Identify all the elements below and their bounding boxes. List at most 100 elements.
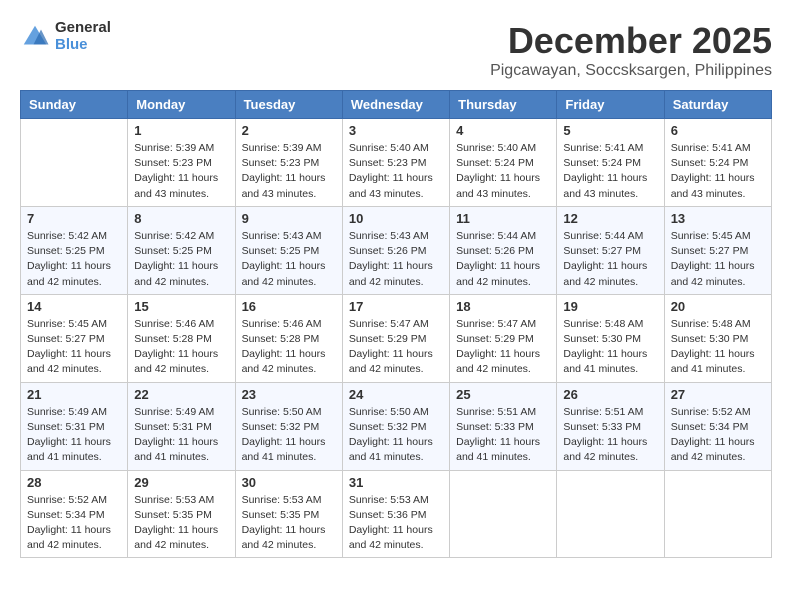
calendar-cell: 10Sunrise: 5:43 AMSunset: 5:26 PMDayligh… xyxy=(342,206,449,294)
cell-info: Sunrise: 5:48 AMSunset: 5:30 PMDaylight:… xyxy=(563,317,657,378)
cell-info: Sunrise: 5:52 AMSunset: 5:34 PMDaylight:… xyxy=(671,405,765,466)
day-number: 12 xyxy=(563,211,657,226)
calendar-cell: 14 Sunrise: 5:45 AMSunset: 5:27 PMDayligh… xyxy=(21,294,128,382)
day-number: 5 xyxy=(563,123,657,138)
cell-info: Sunrise: 5:51 AMSunset: 5:33 PMDaylight:… xyxy=(563,405,657,466)
calendar-cell: 18 Sunrise: 5:47 AMSunset: 5:29 PMDayligh… xyxy=(450,294,557,382)
day-number: 27 xyxy=(671,387,765,402)
day-number: 16 xyxy=(242,299,336,314)
calendar-cell: 26 Sunrise: 5:51 AMSunset: 5:33 PMDayligh… xyxy=(557,382,664,470)
calendar-cell: 1Sunrise: 5:39 AMSunset: 5:23 PMDaylight… xyxy=(128,119,235,207)
cell-info: Sunrise: 5:42 AMSunset: 5:25 PMDaylight:… xyxy=(134,229,228,290)
cell-info: Sunrise: 5:41 AMSunset: 5:24 PMDaylight:… xyxy=(671,141,765,202)
calendar-cell: 30 Sunrise: 5:53 AMSunset: 5:35 PMDayligh… xyxy=(235,470,342,558)
cell-info: Sunrise: 5:39 AMSunset: 5:23 PMDaylight:… xyxy=(242,141,336,202)
calendar-cell: 7 Sunrise: 5:42 AMSunset: 5:25 PMDaylight… xyxy=(21,206,128,294)
day-number: 2 xyxy=(242,123,336,138)
day-number: 29 xyxy=(134,475,228,490)
calendar-cell: 24 Sunrise: 5:50 AMSunset: 5:32 PMDayligh… xyxy=(342,382,449,470)
calendar-cell: 12 Sunrise: 5:44 AMSunset: 5:27 PMDayligh… xyxy=(557,206,664,294)
cell-info: Sunrise: 5:41 AMSunset: 5:24 PMDaylight:… xyxy=(563,141,657,202)
cell-info: Sunrise: 5:43 AMSunset: 5:26 PMDaylight:… xyxy=(349,229,443,290)
logo-text: General Blue xyxy=(55,20,111,53)
day-number: 21 xyxy=(27,387,121,402)
day-number: 26 xyxy=(563,387,657,402)
cell-info: Sunrise: 5:47 AMSunset: 5:29 PMDaylight:… xyxy=(456,317,550,378)
cell-info: Sunrise: 5:50 AMSunset: 5:32 PMDaylight:… xyxy=(349,405,443,466)
day-number: 9 xyxy=(242,211,336,226)
day-number: 6 xyxy=(671,123,765,138)
calendar-week-row: 28 Sunrise: 5:52 AMSunset: 5:34 PMDayligh… xyxy=(21,470,772,558)
cell-info: Sunrise: 5:53 AMSunset: 5:35 PMDaylight:… xyxy=(242,493,336,554)
day-number: 23 xyxy=(242,387,336,402)
calendar-cell: 22 Sunrise: 5:49 AMSunset: 5:31 PMDayligh… xyxy=(128,382,235,470)
logo-line2: Blue xyxy=(55,37,111,54)
calendar-week-row: 7 Sunrise: 5:42 AMSunset: 5:25 PMDaylight… xyxy=(21,206,772,294)
calendar-cell xyxy=(21,119,128,207)
calendar-cell: 28 Sunrise: 5:52 AMSunset: 5:34 PMDayligh… xyxy=(21,470,128,558)
calendar-cell: 9Sunrise: 5:43 AMSunset: 5:25 PMDaylight… xyxy=(235,206,342,294)
cell-info: Sunrise: 5:49 AMSunset: 5:31 PMDaylight:… xyxy=(27,405,121,466)
calendar-cell xyxy=(450,470,557,558)
logo: General Blue xyxy=(20,20,111,53)
day-number: 1 xyxy=(134,123,228,138)
day-number: 20 xyxy=(671,299,765,314)
day-number: 22 xyxy=(134,387,228,402)
cell-info: Sunrise: 5:44 AMSunset: 5:26 PMDaylight:… xyxy=(456,229,550,290)
day-number: 25 xyxy=(456,387,550,402)
cell-info: Sunrise: 5:53 AMSunset: 5:35 PMDaylight:… xyxy=(134,493,228,554)
calendar-cell: 20Sunrise: 5:48 AMSunset: 5:30 PMDayligh… xyxy=(664,294,771,382)
calendar-week-row: 21 Sunrise: 5:49 AMSunset: 5:31 PMDayligh… xyxy=(21,382,772,470)
day-number: 11 xyxy=(456,211,550,226)
day-number: 15 xyxy=(134,299,228,314)
calendar-cell: 11 Sunrise: 5:44 AMSunset: 5:26 PMDayligh… xyxy=(450,206,557,294)
day-number: 30 xyxy=(242,475,336,490)
calendar-week-row: 1 Sunrise: 5:39 AMSunset: 5:23 PMDaylight… xyxy=(21,119,772,207)
weekday-header: Tuesday xyxy=(235,91,342,119)
calendar-cell: 25 Sunrise: 5:51 AMSunset: 5:33 PMDayligh… xyxy=(450,382,557,470)
location-title: Pigcawayan, Soccsksargen, Philippines xyxy=(490,62,772,80)
calendar-cell: 8 Sunrise: 5:42 AMSunset: 5:25 PMDaylight… xyxy=(128,206,235,294)
cell-info: Sunrise: 5:49 AMSunset: 5:31 PMDaylight:… xyxy=(134,405,228,466)
cell-info: Sunrise: 5:45 AMSunset: 5:27 PMDaylight:… xyxy=(27,317,121,378)
cell-info: Sunrise: 5:51 AMSunset: 5:33 PMDaylight:… xyxy=(456,405,550,466)
cell-info: Sunrise: 5:53 AMSunset: 5:36 PMDaylight:… xyxy=(349,493,443,554)
calendar-cell: 2 Sunrise: 5:39 AMSunset: 5:23 PMDaylight… xyxy=(235,119,342,207)
cell-info: Sunrise: 5:45 AMSunset: 5:27 PMDaylight:… xyxy=(671,229,765,290)
cell-info: Sunrise: 5:40 AMSunset: 5:24 PMDaylight:… xyxy=(456,141,550,202)
cell-info: Sunrise: 5:46 AMSunset: 5:28 PMDaylight:… xyxy=(242,317,336,378)
month-title: December 2025 xyxy=(490,20,772,62)
day-number: 7 xyxy=(27,211,121,226)
day-number: 14 xyxy=(27,299,121,314)
day-number: 28 xyxy=(27,475,121,490)
day-number: 3 xyxy=(349,123,443,138)
page-header: General Blue December 2025 Pigcawayan, S… xyxy=(20,20,772,80)
calendar-cell: 16 Sunrise: 5:46 AMSunset: 5:28 PMDayligh… xyxy=(235,294,342,382)
weekday-header: Sunday xyxy=(21,91,128,119)
day-number: 4 xyxy=(456,123,550,138)
day-number: 19 xyxy=(563,299,657,314)
calendar-cell: 27 Sunrise: 5:52 AMSunset: 5:34 PMDayligh… xyxy=(664,382,771,470)
cell-info: Sunrise: 5:42 AMSunset: 5:25 PMDaylight:… xyxy=(27,229,121,290)
day-number: 8 xyxy=(134,211,228,226)
calendar-cell: 15 Sunrise: 5:46 AMSunset: 5:28 PMDayligh… xyxy=(128,294,235,382)
cell-info: Sunrise: 5:46 AMSunset: 5:28 PMDaylight:… xyxy=(134,317,228,378)
calendar-cell: 3 Sunrise: 5:40 AMSunset: 5:23 PMDaylight… xyxy=(342,119,449,207)
logo-icon xyxy=(20,22,50,52)
calendar-cell xyxy=(664,470,771,558)
calendar-cell: 4 Sunrise: 5:40 AMSunset: 5:24 PMDaylight… xyxy=(450,119,557,207)
day-number: 24 xyxy=(349,387,443,402)
weekday-header: Monday xyxy=(128,91,235,119)
weekday-header-row: SundayMondayTuesdayWednesdayThursdayFrid… xyxy=(21,91,772,119)
calendar-cell: 17Sunrise: 5:47 AMSunset: 5:29 PMDayligh… xyxy=(342,294,449,382)
cell-info: Sunrise: 5:40 AMSunset: 5:23 PMDaylight:… xyxy=(349,141,443,202)
cell-info: Sunrise: 5:52 AMSunset: 5:34 PMDaylight:… xyxy=(27,493,121,554)
cell-info: Sunrise: 5:50 AMSunset: 5:32 PMDaylight:… xyxy=(242,405,336,466)
calendar-cell: 21 Sunrise: 5:49 AMSunset: 5:31 PMDayligh… xyxy=(21,382,128,470)
weekday-header: Wednesday xyxy=(342,91,449,119)
calendar-cell: 6 Sunrise: 5:41 AMSunset: 5:24 PMDaylight… xyxy=(664,119,771,207)
logo-line1: General xyxy=(55,20,111,37)
day-number: 18 xyxy=(456,299,550,314)
calendar-week-row: 14 Sunrise: 5:45 AMSunset: 5:27 PMDayligh… xyxy=(21,294,772,382)
cell-info: Sunrise: 5:44 AMSunset: 5:27 PMDaylight:… xyxy=(563,229,657,290)
